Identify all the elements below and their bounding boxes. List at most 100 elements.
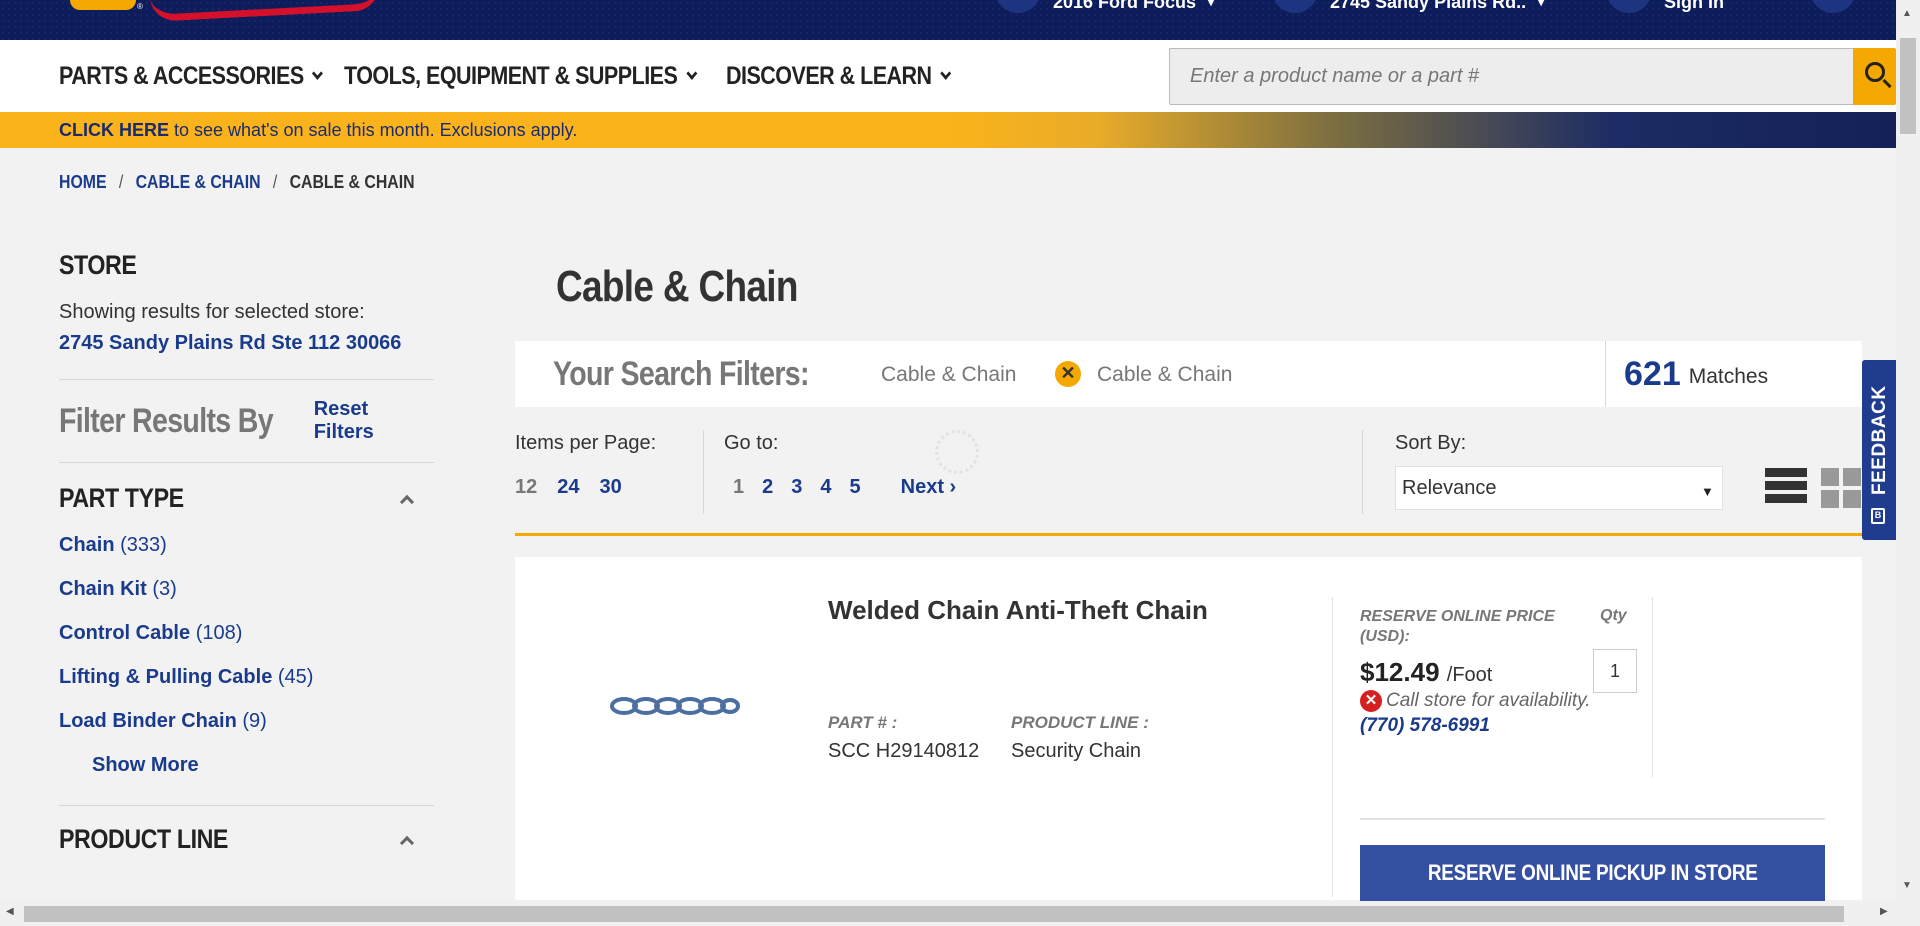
part-type-item[interactable]: Chain (333) [59,534,434,578]
part-type-name: Control Cable [59,622,191,644]
store-pin-icon [1272,0,1318,13]
part-type-item[interactable]: Load Binder Chain (9) [59,710,434,754]
breadcrumb-separator: / [118,172,124,192]
quantity-input[interactable] [1593,649,1637,693]
horizontal-scrollbar[interactable]: ◀ ▶ [0,902,1896,926]
feedback-tab[interactable]: FEEDBACK B [1862,360,1896,540]
product-title[interactable]: Welded Chain Anti-Theft Chain [828,595,1208,626]
breadcrumb-current: CABLE & CHAIN [289,172,415,192]
search-button[interactable] [1853,48,1896,105]
page-link[interactable]: 2 [762,476,773,499]
product-line-toggle[interactable]: PRODUCT LINE [59,824,434,855]
items-per-page-option[interactable]: 30 [600,476,622,499]
promo-text: to see what's on sale this month. Exclus… [169,120,578,140]
scroll-up-icon[interactable]: ▲ [1902,8,1912,19]
vertical-scrollbar[interactable]: ▲ ▼ [1896,0,1920,926]
registered-mark: ® [137,2,143,11]
chevron-down-icon [686,67,697,80]
part-type-count: (333) [120,534,167,556]
scrollbar-thumb[interactable] [24,906,1844,922]
next-page-link[interactable]: Next › [901,476,957,499]
scroll-right-icon[interactable]: ▶ [1880,906,1888,917]
show-more-link[interactable]: Show More [92,754,434,777]
items-per-page-option[interactable]: 24 [557,476,579,499]
card-divider [1652,597,1653,777]
cart-link[interactable] [1810,0,1856,13]
dropdown-arrow-icon: ▼ [1701,484,1714,499]
chevron-down-icon: ▾ [1538,0,1545,9]
availability-status: ✕ Call store for availability. [1360,690,1591,712]
feedback-icon: B [1871,508,1885,524]
part-type-toggle[interactable]: PART TYPE [59,483,434,514]
part-type-item[interactable]: Chain Kit (3) [59,578,434,622]
product-card: Welded Chain Anti-Theft Chain PART # : S… [515,557,1862,901]
part-number-label: PART # : [828,713,898,732]
sort-select[interactable]: Relevance [1395,466,1723,510]
part-type-heading: PART TYPE [59,483,184,513]
part-number-value: SCC H29140812 [828,740,980,762]
part-type-count: (9) [242,710,267,732]
store-selector[interactable]: 2745 Sandy Plains Rd.. ▾ [1272,0,1545,13]
main-nav: PARTS & ACCESSORIES TOOLS, EQUIPMENT & S… [0,40,1896,112]
chevron-up-icon [399,494,415,509]
items-per-page-option[interactable]: 12 [515,476,537,499]
sign-in-link[interactable]: Sign In [1606,0,1724,13]
reserve-button-label: RESERVE ONLINE PICKUP IN STORE [1427,860,1758,885]
store-address[interactable]: 2745 Sandy Plains Rd Ste 112 30066 [59,332,434,355]
nav-tools-equipment[interactable]: TOOLS, EQUIPMENT & SUPPLIES [344,62,697,91]
user-icon [1606,0,1652,13]
breadcrumb-separator: / [272,172,278,192]
availability-text: Call store for availability. [1386,690,1591,711]
matches-number: 621 [1624,354,1681,393]
grid-view-icon[interactable] [1821,468,1863,508]
nav-discover-learn[interactable]: DISCOVER & LEARN [726,62,952,91]
search-input[interactable] [1169,48,1855,105]
reset-filters-button[interactable]: Reset Filters [314,398,426,444]
store-phone-link[interactable]: (770) 578-6991 [1360,715,1490,737]
sign-in-label: Sign In [1664,0,1724,12]
scrollbar-thumb[interactable] [1900,38,1916,134]
reserve-pickup-button[interactable]: RESERVE ONLINE PICKUP IN STORE [1360,845,1825,901]
vehicle-selector[interactable]: 2016 Ford Focus ▾ [995,0,1215,13]
results-controls: Items per Page: 12 24 30 Go to: 1 2 3 4 … [515,420,1862,536]
part-type-name: Chain [59,534,115,556]
breadcrumb-category[interactable]: CABLE & CHAIN [136,172,261,192]
nav-parts-accessories[interactable]: PARTS & ACCESSORIES [59,62,324,91]
brand-logo[interactable] [70,0,136,10]
product-image[interactable] [610,692,740,720]
remove-filter-icon[interactable]: ✕ [1055,361,1081,387]
page-link[interactable]: 1 [733,476,744,499]
items-per-page-options: 12 24 30 [515,476,622,499]
chevron-down-icon: ▾ [1208,0,1215,9]
store-heading: STORE [59,250,137,280]
items-per-page-label: Items per Page: [515,432,657,454]
list-view-icon[interactable] [1765,468,1807,508]
filter-sidebar: STORE Showing results for selected store… [59,250,434,855]
product-line-value: Security Chain [1011,740,1142,762]
pagination: 1 2 3 4 5 Next › [733,476,956,499]
controls-divider [703,430,704,514]
page-link[interactable]: 4 [820,476,831,499]
scroll-left-icon[interactable]: ◀ [6,906,14,917]
part-type-item[interactable]: Control Cable (108) [59,622,434,666]
scroll-down-icon[interactable]: ▼ [1902,880,1912,891]
chevron-up-icon [399,835,415,850]
feedback-label: FEEDBACK [1869,385,1890,495]
breadcrumb: HOME / CABLE & CHAIN / CABLE & CHAIN [59,172,415,193]
search-icon [1865,62,1885,82]
unavailable-icon: ✕ [1360,690,1382,712]
card-divider [1332,597,1333,897]
sidebar-divider [59,462,434,463]
car-icon [995,0,1041,13]
chevron-right-icon: › [949,476,957,498]
page-link[interactable]: 3 [791,476,802,499]
page-link[interactable]: 5 [850,476,861,499]
part-type-item[interactable]: Lifting & Pulling Cable (45) [59,666,434,710]
promo-link[interactable]: CLICK HERE [59,120,169,140]
card-divider [1360,818,1825,820]
product-line-label: PRODUCT LINE : [1011,713,1149,732]
breadcrumb-home[interactable]: HOME [59,172,107,192]
product-line-heading: PRODUCT LINE [59,824,228,854]
qty-label: Qty [1600,607,1627,624]
nav-item-label: TOOLS, EQUIPMENT & SUPPLIES [344,62,678,90]
